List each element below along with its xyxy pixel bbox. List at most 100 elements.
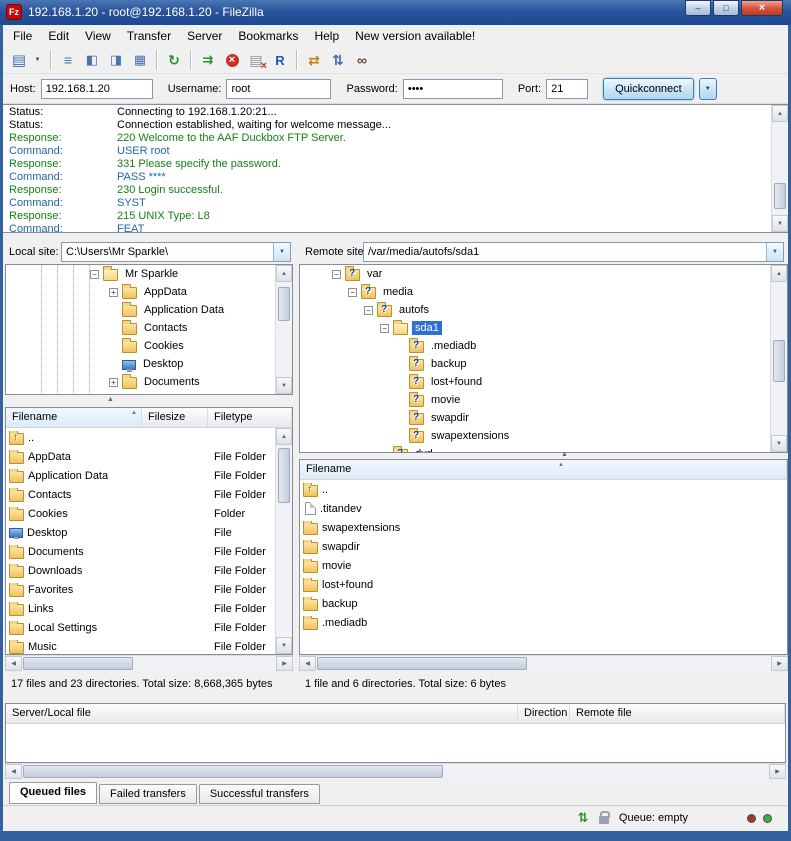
queue-hscrollbar[interactable]: ◀▶ (5, 763, 786, 779)
tree-item-desktop[interactable]: Desktop (6, 355, 275, 373)
port-input[interactable] (546, 79, 588, 99)
menu-item-view[interactable]: View (77, 26, 119, 46)
toggle-queue-button[interactable] (128, 49, 152, 71)
local-list-scrollbar[interactable]: ▲▼ (275, 428, 292, 654)
tree-expander[interactable]: − (90, 270, 99, 279)
local-hscrollbar[interactable]: ◀▶ (5, 655, 293, 671)
menu-item-server[interactable]: Server (179, 26, 230, 46)
column-header-server-local-file[interactable]: Server/Local file (6, 704, 518, 723)
remote-site-combo[interactable]: /var/media/autofs/sda1 ▼ (363, 242, 784, 262)
file-row-titandev[interactable]: .titandev (300, 499, 787, 518)
sync-browse-button[interactable] (326, 49, 350, 71)
scroll-up-icon[interactable]: ▲ (276, 265, 292, 282)
collapse-arrow-icon[interactable]: ▲ (561, 451, 568, 458)
file-row-swapdir[interactable]: swapdir (300, 537, 787, 556)
toggle-remote-tree-button[interactable] (104, 49, 128, 71)
tab-failed-transfers[interactable]: Failed transfers (99, 784, 197, 804)
maximize-button[interactable]: □ (713, 0, 739, 16)
tree-item-documents[interactable]: +Documents (6, 373, 275, 391)
file-row-contacts[interactable]: ContactsFile Folder (6, 485, 275, 504)
collapse-arrow-icon[interactable]: ▲ (107, 396, 114, 403)
refresh-button[interactable] (162, 49, 186, 71)
local-site-combo[interactable]: C:\Users\Mr Sparkle\ ▼ (61, 242, 291, 262)
scroll-down-icon[interactable]: ▼ (772, 215, 788, 232)
log-splitter[interactable] (3, 233, 788, 240)
scroll-thumb[interactable] (23, 657, 133, 670)
remote-hscrollbar[interactable]: ◀▶ (299, 655, 788, 671)
menu-item-edit[interactable]: Edit (40, 26, 77, 46)
tree-item-autofs[interactable]: −autofs (300, 301, 770, 319)
tree-item-var[interactable]: −var (300, 265, 770, 283)
column-header-remote-file[interactable]: Remote file (570, 704, 785, 723)
tree-item-backup[interactable]: backup (300, 355, 770, 373)
toggle-local-tree-button[interactable] (80, 49, 104, 71)
tree-expander[interactable]: − (332, 270, 341, 279)
scroll-up-icon[interactable]: ▲ (771, 265, 787, 282)
tree-item-movie[interactable]: movie (300, 391, 770, 409)
combo-dropdown-icon[interactable]: ▼ (766, 243, 783, 261)
scroll-thumb[interactable] (774, 183, 786, 209)
tree-item-mediadb[interactable]: .mediadb (300, 337, 770, 355)
file-row-item[interactable]: .. (300, 480, 787, 499)
combo-dropdown-icon[interactable]: ▼ (273, 243, 290, 261)
scroll-down-icon[interactable]: ▼ (276, 377, 292, 394)
quickconnect-button[interactable]: Quickconnect (603, 78, 694, 100)
compare-button[interactable] (302, 49, 326, 71)
remote-tree-scrollbar[interactable]: ▲▼ (770, 265, 787, 452)
scroll-left-icon[interactable]: ◀ (5, 764, 22, 779)
file-row-cookies[interactable]: CookiesFolder (6, 504, 275, 523)
file-row-favorites[interactable]: FavoritesFile Folder (6, 580, 275, 599)
tree-expander[interactable]: − (380, 324, 389, 333)
file-row-application-data[interactable]: Application DataFile Folder (6, 466, 275, 485)
menu-item-file[interactable]: File (5, 26, 40, 46)
file-row-desktop[interactable]: DesktopFile (6, 523, 275, 542)
local-tree-scrollbar[interactable]: ▲▼ (275, 265, 292, 394)
menu-item-bookmarks[interactable]: Bookmarks (230, 26, 306, 46)
tree-item-media[interactable]: −media (300, 283, 770, 301)
lock-icon[interactable] (599, 816, 609, 824)
password-input[interactable] (403, 79, 503, 99)
tree-item-cookies[interactable]: Cookies (6, 337, 275, 355)
tree-item-mr-sparkle[interactable]: −Mr Sparkle (6, 265, 275, 283)
tree-item-sda1[interactable]: −sda1 (300, 319, 770, 337)
speed-limit-icon[interactable] (575, 810, 591, 826)
toggle-log-button[interactable] (56, 49, 80, 71)
scroll-right-icon[interactable]: ▶ (771, 656, 788, 671)
cancel-button[interactable] (220, 49, 244, 71)
column-header-direction[interactable]: Direction (518, 704, 570, 723)
disconnect-button[interactable] (244, 49, 268, 71)
scroll-right-icon[interactable]: ▶ (769, 764, 786, 779)
tree-item-swapdir[interactable]: swapdir (300, 409, 770, 427)
scroll-thumb[interactable] (278, 448, 290, 503)
scroll-up-icon[interactable]: ▲ (276, 428, 292, 445)
file-row-appdata[interactable]: AppDataFile Folder (6, 447, 275, 466)
tree-expander[interactable]: − (364, 306, 373, 315)
file-row-lost-found[interactable]: lost+found (300, 575, 787, 594)
column-header-filename[interactable]: Filename▲ (300, 460, 787, 479)
scroll-left-icon[interactable]: ◀ (299, 656, 316, 671)
file-row-item[interactable]: .. (6, 428, 275, 447)
file-row-movie[interactable]: movie (300, 556, 787, 575)
scroll-thumb[interactable] (23, 765, 443, 778)
scroll-thumb[interactable] (278, 287, 290, 321)
scroll-right-icon[interactable]: ▶ (276, 656, 293, 671)
log-scrollbar[interactable]: ▲▼ (771, 105, 788, 232)
tree-item-dvd[interactable]: dvd (300, 445, 770, 452)
tree-item-contacts[interactable]: Contacts (6, 319, 275, 337)
minimize-button[interactable]: – (685, 0, 711, 16)
file-row-backup[interactable]: backup (300, 594, 787, 613)
file-row-mediadb[interactable]: .mediadb (300, 613, 787, 632)
scroll-left-icon[interactable]: ◀ (5, 656, 22, 671)
tab-queued-files[interactable]: Queued files (9, 782, 97, 804)
file-row-local-settings[interactable]: Local SettingsFile Folder (6, 618, 275, 637)
scroll-thumb[interactable] (773, 340, 785, 382)
host-input[interactable] (41, 79, 153, 99)
site-manager-dropdown-button[interactable]: ▼ (31, 49, 44, 71)
tree-item-application-data[interactable]: Application Data (6, 301, 275, 319)
tree-expander[interactable]: + (109, 288, 118, 297)
username-input[interactable] (226, 79, 331, 99)
tree-item-swapextensions[interactable]: swapextensions (300, 427, 770, 445)
tree-item-appdata[interactable]: +AppData (6, 283, 275, 301)
find-button[interactable] (350, 49, 374, 71)
scroll-down-icon[interactable]: ▼ (276, 637, 292, 654)
